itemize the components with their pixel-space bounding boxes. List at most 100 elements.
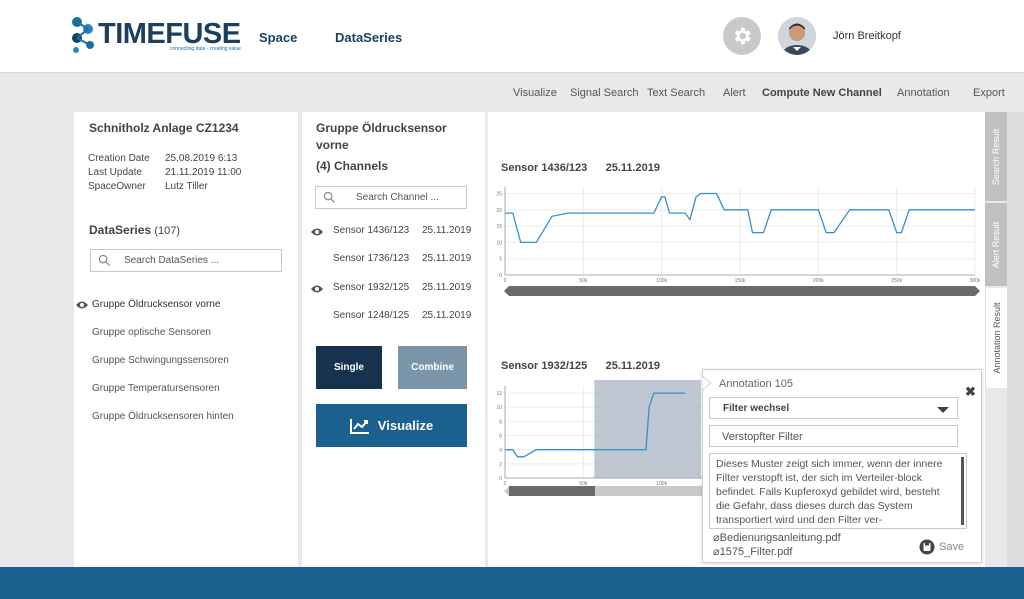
avatar[interactable] [778,17,816,55]
meta-last-update: Last Update 21.11.2019 11:00 [88,167,241,178]
combine-button[interactable]: Combine [398,346,467,389]
channel-row[interactable]: Sensor 1932/125 25.11.2019 [333,282,471,293]
toolbar-text-search[interactable]: Text Search [647,87,705,99]
nav-space[interactable]: Space [259,30,297,45]
channel-row[interactable]: Sensor 1248/125 25.11.2019 [333,310,471,321]
meta-key: SpaceOwner [88,181,146,192]
group-item[interactable]: Gruppe Schwingungssensoren [92,355,229,366]
x-tick-label: 150k [735,278,746,284]
channel-name: Sensor 1248/125 [333,310,410,321]
settings-button[interactable] [723,17,761,55]
tab-label: Alert Result [991,221,1001,268]
visualize-button[interactable]: Visualize [316,404,467,447]
action-toolbar: Visualize Signal Search Text Search Aler… [0,87,1024,101]
channel-name: Sensor 1932/125 [333,282,410,293]
meta-key: Creation Date [88,153,150,164]
dataseries-label: DataSeries [89,223,152,237]
chart-1[interactable]: 0 5 10 15 20 25 0 50k 100k 150k 200k 250k 300k [496,182,981,300]
chart-2-header: Sensor 1932/125 25.11.2019 [501,360,660,372]
group-item[interactable]: Gruppe Öldrucksensor vorne [92,299,220,310]
nav-dataseries[interactable]: DataSeries [335,30,402,45]
y-tick-label: 0 [499,476,502,482]
dataseries-search-input[interactable]: Search DataSeries ... [90,249,282,272]
y-tick-label: 10 [496,240,502,246]
toolbar-alert[interactable]: Alert [723,87,746,99]
category-value: Filter wechsel [723,403,790,414]
x-tick-label: 300k [970,278,981,284]
popup-pointer [702,376,712,390]
channel-date: 25.11.2019 [422,253,472,264]
eye-icon[interactable] [310,284,324,294]
annotation-textarea[interactable]: Dieses Muster zeigt sich immer, wenn der… [709,453,967,529]
chart-2-range-slider[interactable] [504,486,724,496]
annotation-popup: Annotation 105 ✖ Filter wechsel Verstopf… [702,369,982,563]
group-item[interactable]: Gruppe Öldrucksensoren hinten [92,411,234,422]
dataseries-heading: DataSeries (107) [89,223,180,237]
space-title: Schnitholz Anlage CZ1234 [89,121,239,135]
y-tick-label: 0 [499,273,502,279]
single-button[interactable]: Single [316,346,382,389]
channels-label: (4) Channels [316,159,389,173]
x-tick-label: 100k [656,278,667,284]
logo-tagline: connecting data - creating value [170,46,241,52]
user-avatar-icon [778,17,816,55]
textarea-scrollbar[interactable] [961,457,964,525]
y-tick-label: 2 [499,462,502,468]
chart-1-header: Sensor 1436/123 25.11.2019 [501,162,660,174]
channel-date: 25.11.2019 [422,225,472,236]
tab-search-result[interactable]: Search Result [985,112,1007,201]
chart-1-sensor: Sensor 1436/123 [501,162,588,174]
x-tick-label: 50k [579,278,588,284]
save-button[interactable]: Save [919,539,964,555]
tab-alert-result[interactable]: Alert Result [985,203,1007,286]
y-tick-label: 25 [496,192,502,198]
toolbar-export[interactable]: Export [973,87,1005,99]
channel-name: Sensor 1436/123 [333,225,410,236]
dataseries-count: (107) [154,225,181,237]
group-item[interactable]: Gruppe Temperatursensoren [92,383,220,394]
toolbar-annotation[interactable]: Annotation [897,87,950,99]
eye-icon[interactable] [310,227,324,237]
group-item[interactable]: Gruppe optische Sensoren [92,327,211,338]
channel-row[interactable]: Sensor 1736/123 25.11.2019 [333,253,471,264]
chart-1-range-slider[interactable] [504,286,980,296]
annotation-label-input[interactable]: Verstopfter Filter [709,425,958,447]
y-tick-label: 20 [496,208,502,214]
right-edge-strip [1007,112,1024,570]
eye-icon[interactable] [75,300,89,310]
toolbar-signal-search[interactable]: Signal Search [570,87,639,99]
chevron-down-icon [937,407,949,413]
paperclip-icon: ⌀ [713,546,720,558]
x-tick-label: 250k [891,278,902,284]
y-tick-label: 15 [496,224,502,230]
close-icon[interactable]: ✖ [965,384,976,400]
visualize-label: Visualize [377,418,434,433]
y-tick-label: 8 [499,419,502,425]
user-name[interactable]: Jörn Breitkopf [833,30,901,42]
meta-value: 25.08.2019 6:13 [165,153,238,164]
y-tick-label: 5 [499,257,502,263]
annotation-text: Dieses Muster zeigt sich immer, wenn der… [716,458,943,526]
channel-search-input[interactable]: Search Channel ... [315,186,467,209]
paperclip-icon: ⌀ [713,532,720,544]
channel-date: 25.11.2019 [422,310,472,321]
group-panel: Gruppe Öldrucksensor vorne (4) Channels … [302,112,485,570]
space-panel: Schnitholz Anlage CZ1234 Creation Date 25… [74,112,298,570]
line-chart-icon [349,418,369,434]
meta-space-owner: SpaceOwner Lutz Tiller [88,181,208,192]
search-placeholder: Search DataSeries ... [124,255,220,266]
tab-annotation-result[interactable]: Annotation Result [985,288,1007,388]
attachment-link[interactable]: ⌀Bedienungsanleitung.pdf [713,531,841,544]
y-tick-label: 6 [499,434,502,440]
annotation-category-select[interactable]: Filter wechsel [709,397,958,419]
timefuse-logo[interactable]: TIMEFUSE connecting data - creating valu… [70,16,245,56]
attachment-link[interactable]: ⌀1575_Filter.pdf [713,545,792,558]
toolbar-visualize[interactable]: Visualize [513,87,557,99]
channel-row[interactable]: Sensor 1436/123 25.11.2019 [333,225,471,236]
footer-bar [0,567,1024,599]
save-label: Save [939,541,965,553]
toolbar-compute-new-channel[interactable]: Compute New Channel [762,87,882,99]
chart-2-date: 25.11.2019 [605,360,661,372]
meta-value: 21.11.2019 11:00 [165,167,242,178]
search-icon [98,254,111,267]
